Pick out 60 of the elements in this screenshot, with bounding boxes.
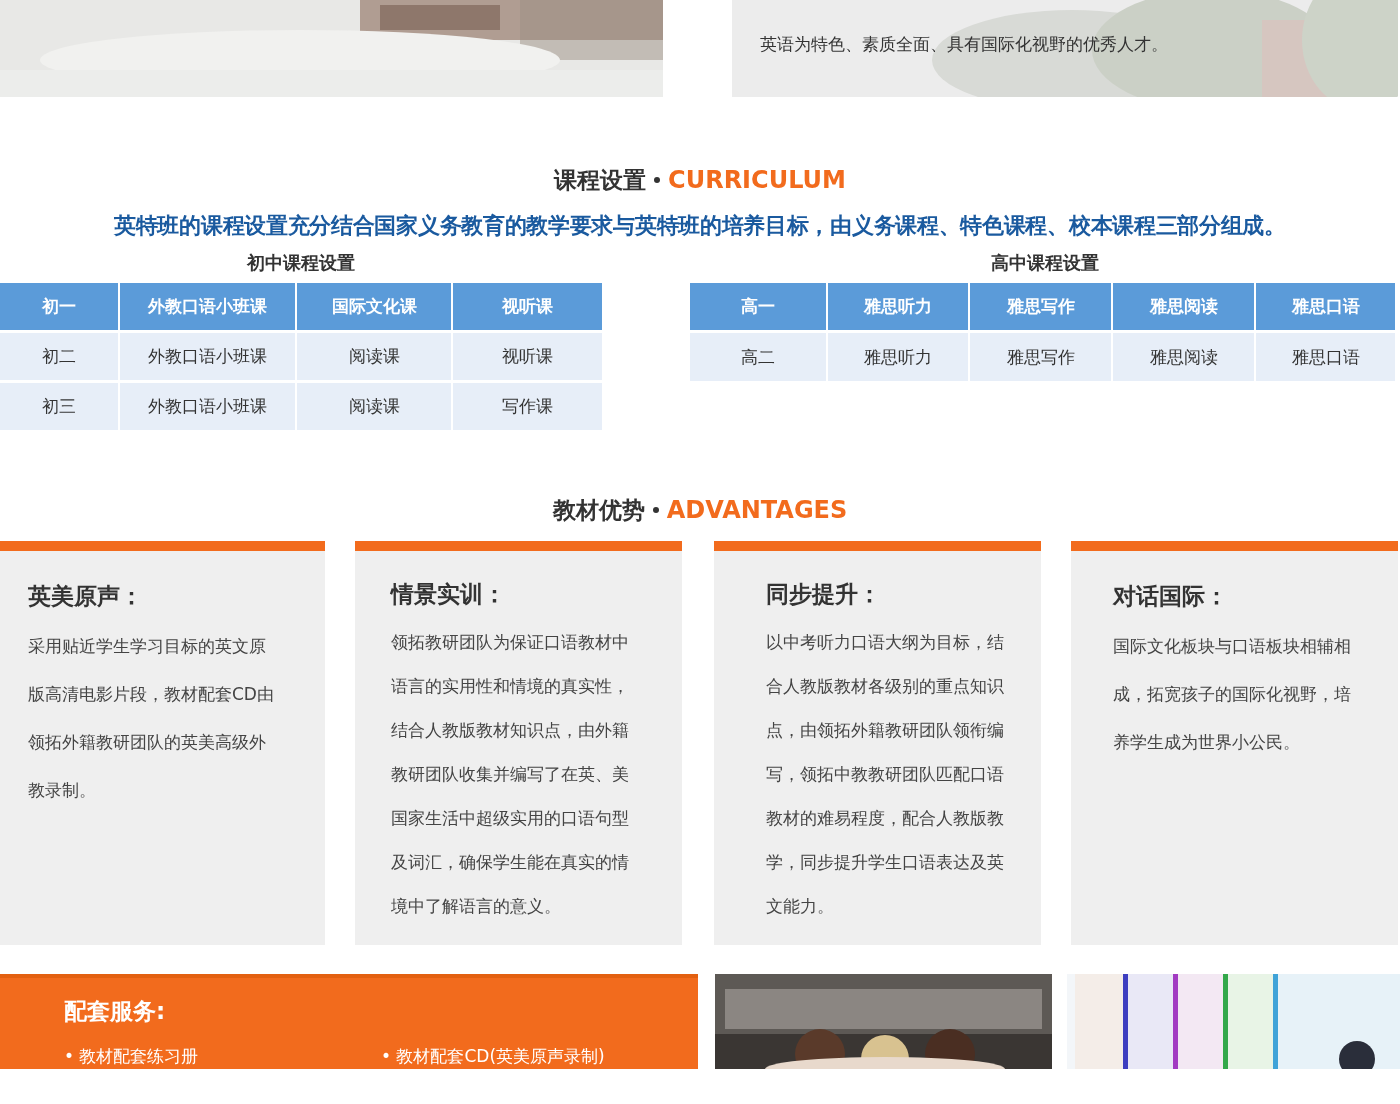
card-text-line: 成，拓宽孩子的国际化视野，培 xyxy=(1113,683,1352,706)
card-text-line: 文能力。 xyxy=(766,895,835,918)
card-text-line: 采用贴近学生学习目标的英文原 xyxy=(28,635,267,658)
card-text-line: 国际文化板块与口语板块相辅相 xyxy=(1113,635,1352,658)
card-text-line: 教录制。 xyxy=(28,779,97,802)
card-text-line: 及词汇，确保学生能在真实的情 xyxy=(391,851,630,874)
table-header-cell: 高一 xyxy=(690,283,826,330)
section-title: 教材优势 xyxy=(552,495,645,525)
card-text-line: 写，领拓中教教研团队匹配口语 xyxy=(766,763,1005,786)
table-header-cell: 国际文化课 xyxy=(297,283,451,330)
card-text-line: 教材的难易程度，配合人教版教 xyxy=(766,807,1005,830)
separator-dot xyxy=(654,177,661,183)
table-header-cell: 初一 xyxy=(0,283,118,330)
card-text-line: 学，同步提升学生口语表达及英 xyxy=(766,851,1005,874)
card-text-line: 国家生活中超级实用的口语句型 xyxy=(391,807,630,830)
table-caption: 初中课程设置 xyxy=(246,251,356,275)
table-cell: 视听课 xyxy=(453,333,602,380)
card-heading: 英美原声： xyxy=(28,582,144,611)
services-title: 配套服务: xyxy=(64,997,167,1026)
table-cell: 雅思写作 xyxy=(970,333,1111,381)
card-text-line: 养学生成为世界小公民。 xyxy=(1113,731,1301,754)
table-cell: 雅思阅读 xyxy=(1113,333,1254,381)
table-cell: 外教口语小班课 xyxy=(120,333,295,380)
card-heading: 对话国际： xyxy=(1113,582,1229,611)
table-cell: 阅读课 xyxy=(297,333,451,380)
separator-dot xyxy=(652,507,659,513)
card-heading: 同步提升： xyxy=(766,580,882,609)
card-text-line: 以中考听力口语大纲为目标，结 xyxy=(766,631,1005,654)
section-title: 课程设置 xyxy=(554,165,647,195)
table-caption: 高中课程设置 xyxy=(990,251,1100,275)
service-item: • 教材配套CD(英美原声录制) xyxy=(381,1045,606,1068)
table-cell: 外教口语小班课 xyxy=(120,383,295,430)
intro-text: 英语为特色、素质全面、具有国际化视野的优秀人才。 xyxy=(760,33,1168,56)
table-cell: 高二 xyxy=(690,333,826,381)
table-cell: 阅读课 xyxy=(297,383,451,430)
table-header-cell: 雅思阅读 xyxy=(1113,283,1254,330)
table-cell: 雅思听力 xyxy=(828,333,968,381)
card-text-line: 版高清电影片段，教材配套CD由 xyxy=(28,683,275,706)
table-cell: 雅思口语 xyxy=(1256,333,1395,381)
table-cell: 初二 xyxy=(0,333,118,380)
card-text-line: 教研团队收集并编写了在英、美 xyxy=(391,763,630,786)
card-text-line: 领拓外籍教研团队的英美高级外 xyxy=(28,731,267,754)
table-cell: 写作课 xyxy=(453,383,602,430)
table-header-cell: 外教口语小班课 xyxy=(120,283,295,330)
table-header-cell: 雅思听力 xyxy=(828,283,968,330)
card-text-line: 点，由领拓外籍教研团队领衔编 xyxy=(766,719,1005,742)
table-header-cell: 雅思写作 xyxy=(970,283,1111,330)
section-title-en: CURRICULUM xyxy=(668,166,846,194)
service-item: • 教材配套练习册 xyxy=(64,1045,200,1068)
card-text-line: 结合人教版教材知识点，由外籍 xyxy=(391,719,630,742)
card-text-line: 境中了解语言的意义。 xyxy=(391,895,562,918)
curriculum-summary: 英特班的课程设置充分结合国家义务教育的教学要求与英特班的培养目标，由义务课程、特色课程、校本课程三部分组成。 xyxy=(113,212,1287,240)
card-heading: 情景实训： xyxy=(391,580,507,609)
card-text-line: 合人教版教材各级别的重点知识 xyxy=(766,675,1005,698)
card-text-line: 领拓教研团队为保证口语教材中 xyxy=(391,631,630,654)
table-cell: 初三 xyxy=(0,383,118,430)
table-header-cell: 视听课 xyxy=(453,283,602,330)
table-header-cell: 雅思口语 xyxy=(1256,283,1395,330)
section-title-en: ADVANTAGES xyxy=(666,496,848,524)
card-text-line: 语言的实用性和情境的真实性， xyxy=(391,675,630,698)
